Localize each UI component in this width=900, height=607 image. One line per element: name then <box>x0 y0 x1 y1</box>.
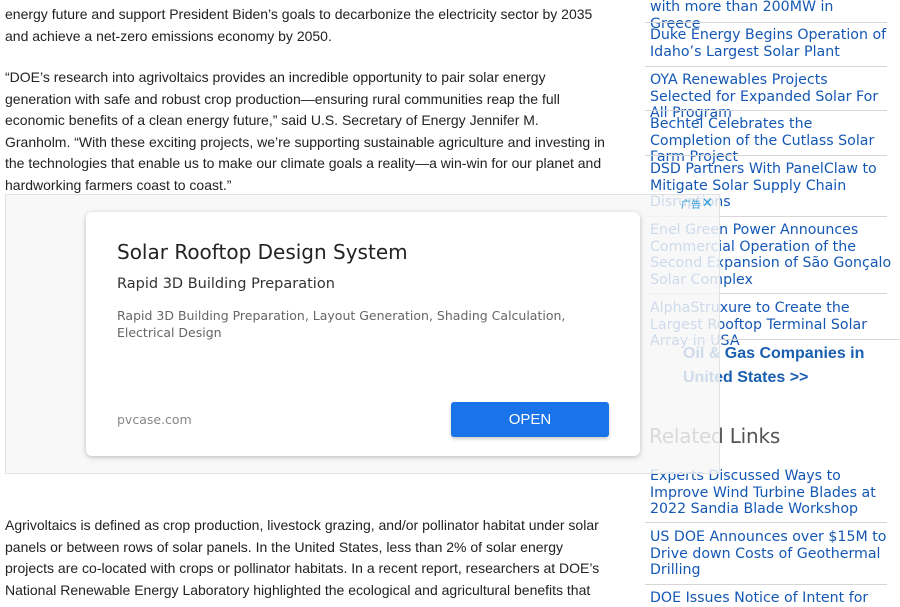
related-link[interactable]: US DOE Announces over $15M to Drive down… <box>645 529 887 579</box>
sidebar-divider <box>645 22 887 23</box>
article-paragraph: Agrivoltaics is defined as crop producti… <box>5 517 600 598</box>
sidebar-news-link[interactable]: Bechtel Celebrates the Completion of the… <box>645 116 887 166</box>
sidebar-news-link[interactable]: Duke Energy Begins Operation of Idaho’s … <box>645 27 887 60</box>
ad-description: Rapid 3D Building Preparation, Layout Ge… <box>117 308 566 340</box>
close-icon[interactable]: ✕ <box>702 197 713 210</box>
ad-domain[interactable]: pvcase.com <box>117 412 192 427</box>
ad-subtitle: Rapid 3D Building Preparation <box>117 276 335 292</box>
sidebar-divider <box>645 522 887 523</box>
sidebar-divider <box>645 584 887 585</box>
ad-label: 广告 <box>681 199 701 211</box>
sidebar-divider <box>645 155 887 156</box>
related-link[interactable]: Experts Discussed Ways to Improve Wind T… <box>645 468 887 518</box>
article-paragraph: “DOE’s research into agrivoltaics provid… <box>5 69 605 193</box>
sidebar-divider <box>645 110 887 111</box>
ad-choices-badge[interactable]: 广告 ✕ <box>681 196 713 211</box>
sidebar-divider <box>645 66 887 67</box>
article-paragraph: energy future and support President Bide… <box>5 6 593 44</box>
ad-title[interactable]: Solar Rooftop Design System <box>117 240 408 264</box>
ad-card[interactable]: Solar Rooftop Design System Rapid 3D Bui… <box>86 212 640 456</box>
related-link[interactable]: DOE Issues Notice of Intent for <box>645 590 887 607</box>
sidebar-news-link[interactable]: OYA Renewables Projects Selected for Exp… <box>645 72 887 122</box>
ad-open-button[interactable]: OPEN <box>451 402 609 437</box>
